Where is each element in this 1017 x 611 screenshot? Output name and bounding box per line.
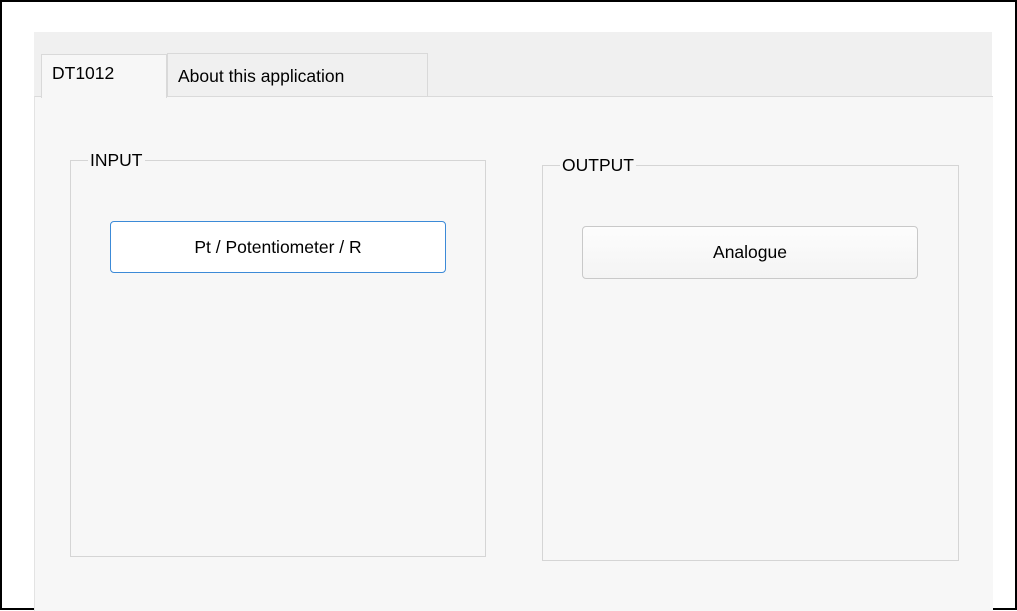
output-group-box: OUTPUT <box>542 155 959 561</box>
tab-about[interactable]: About this application <box>167 53 428 96</box>
input-group-box: INPUT <box>70 150 486 557</box>
input-group-title: INPUT <box>88 150 145 170</box>
pt-potentiometer-r-button[interactable]: Pt / Potentiometer / R <box>110 221 446 273</box>
output-group-title: OUTPUT <box>560 155 636 175</box>
analogue-button[interactable]: Analogue <box>582 226 918 279</box>
tab-dt1012[interactable]: DT1012 <box>41 54 167 98</box>
